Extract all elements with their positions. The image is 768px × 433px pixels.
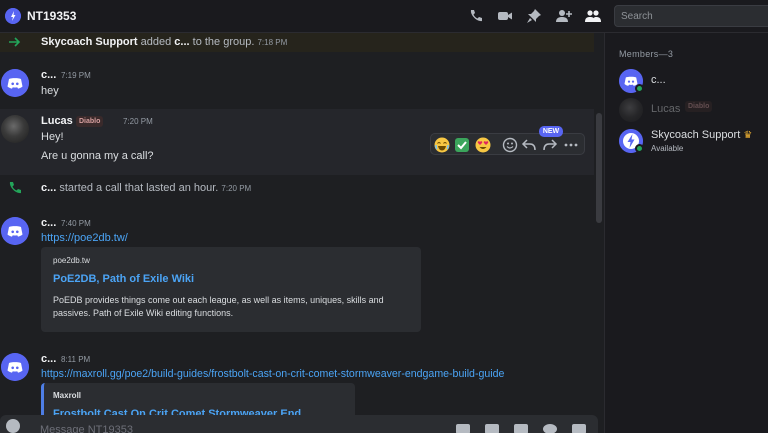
sticker-icon[interactable]: [514, 424, 528, 433]
check-emoji-icon[interactable]: [454, 137, 470, 153]
timestamp: 7:20 PM: [123, 117, 153, 126]
crown-icon: ♛: [743, 130, 753, 141]
apps-icon[interactable]: [572, 424, 586, 433]
message-composer[interactable]: Message NT19353: [0, 415, 598, 433]
avatar: [619, 98, 643, 122]
phone-icon: [8, 181, 22, 195]
scrollbar[interactable]: [595, 33, 603, 433]
timestamp: 7:18 PM: [257, 38, 288, 47]
link-embed: poe2db.tw PoE2DB, Path of Exile Wiki PoE…: [41, 247, 421, 332]
call-icon[interactable]: [468, 8, 484, 24]
pin-icon[interactable]: [526, 8, 542, 24]
message-author[interactable]: c...: [41, 217, 56, 229]
member-name: c...: [651, 74, 666, 86]
member-item[interactable]: Skycoach Support ♛ Available: [617, 127, 767, 155]
system-target[interactable]: c...: [174, 36, 189, 48]
embed-provider[interactable]: Maxroll: [53, 391, 81, 400]
embed-title[interactable]: PoE2DB, Path of Exile Wiki: [53, 273, 194, 285]
message-text: hey: [41, 85, 59, 97]
system-suffix: to the group.: [189, 36, 255, 48]
channel-title: NT19353: [27, 9, 77, 23]
message-group: c... 7:40 PM https://poe2db.tw/ poe2db.t…: [0, 211, 594, 337]
message-text: Are u gonna my a call?: [41, 150, 154, 162]
header-bar: NT19353 Search: [0, 0, 768, 33]
system-message-call: c... started a call that lasted an hour.…: [0, 179, 594, 198]
composer-placeholder: Message NT19353: [40, 424, 133, 433]
system-verb: added: [137, 36, 175, 48]
member-name: Lucas: [651, 103, 681, 115]
group-avatar[interactable]: [5, 8, 21, 24]
reply-icon[interactable]: [521, 137, 537, 153]
joy-emoji-icon[interactable]: [434, 137, 450, 153]
search-placeholder: Search: [621, 11, 653, 22]
online-status-indicator: [635, 84, 644, 93]
more-icon[interactable]: [563, 137, 579, 153]
timestamp: 7:19 PM: [61, 71, 91, 80]
chat-area: Skycoach Support added c... to the group…: [0, 33, 604, 433]
message-group: c... 7:19 PM hey: [0, 63, 594, 103]
member-item[interactable]: c...: [617, 67, 767, 95]
attach-plus-icon[interactable]: [6, 419, 20, 433]
scrollbar-thumb[interactable]: [596, 113, 602, 223]
timestamp: 7:40 PM: [61, 219, 91, 228]
message-toolbar: [430, 133, 585, 155]
avatar[interactable]: [1, 69, 29, 97]
new-badge: NEW: [539, 126, 563, 137]
system-text: started a call that lasted an hour.: [56, 182, 219, 194]
avatar[interactable]: [1, 353, 29, 381]
message-author[interactable]: c...: [41, 353, 56, 365]
forward-icon[interactable]: [542, 137, 558, 153]
timestamp: 8:11 PM: [61, 355, 91, 364]
message-author[interactable]: Lucas: [41, 115, 73, 127]
system-actor[interactable]: c...: [41, 182, 56, 194]
avatar[interactable]: [1, 217, 29, 245]
search-input[interactable]: Search: [614, 5, 768, 27]
video-icon[interactable]: [497, 8, 513, 24]
embed-provider[interactable]: poe2db.tw: [53, 256, 90, 265]
member-name-text: Skycoach Support: [651, 129, 741, 141]
emoji-icon[interactable]: [543, 424, 557, 433]
gift-icon[interactable]: [456, 424, 470, 433]
member-status-text: Available: [651, 144, 684, 153]
add-reaction-icon[interactable]: [502, 137, 518, 153]
avatar[interactable]: [1, 115, 29, 143]
member-name: Skycoach Support ♛: [651, 129, 752, 141]
message-link[interactable]: https://poe2db.tw/: [41, 232, 128, 244]
system-message-added: Skycoach Support added c... to the group…: [0, 33, 594, 52]
message-author[interactable]: c...: [41, 69, 56, 81]
members-icon[interactable]: [585, 8, 601, 24]
embed-description: PoEDB provides things come out each leag…: [53, 295, 384, 318]
members-header: Members—3: [619, 49, 674, 59]
members-panel: Members—3 c... Lucas Diablo Skycoach Sup…: [604, 33, 768, 433]
arrow-right-icon: [8, 35, 22, 49]
online-status-indicator: [635, 144, 644, 153]
system-actor[interactable]: Skycoach Support: [41, 36, 138, 48]
message-text: Hey!: [41, 131, 64, 143]
message-link[interactable]: https://maxroll.gg/poe2/build-guides/fro…: [41, 368, 504, 380]
role-tag: Diablo: [685, 101, 713, 112]
timestamp: 7:20 PM: [221, 184, 252, 193]
member-item[interactable]: Lucas Diablo: [617, 96, 767, 124]
heart-eyes-emoji-icon[interactable]: [475, 137, 491, 153]
gif-icon[interactable]: [485, 424, 499, 433]
add-member-icon[interactable]: [556, 8, 572, 24]
role-tag: Diablo: [76, 116, 104, 127]
